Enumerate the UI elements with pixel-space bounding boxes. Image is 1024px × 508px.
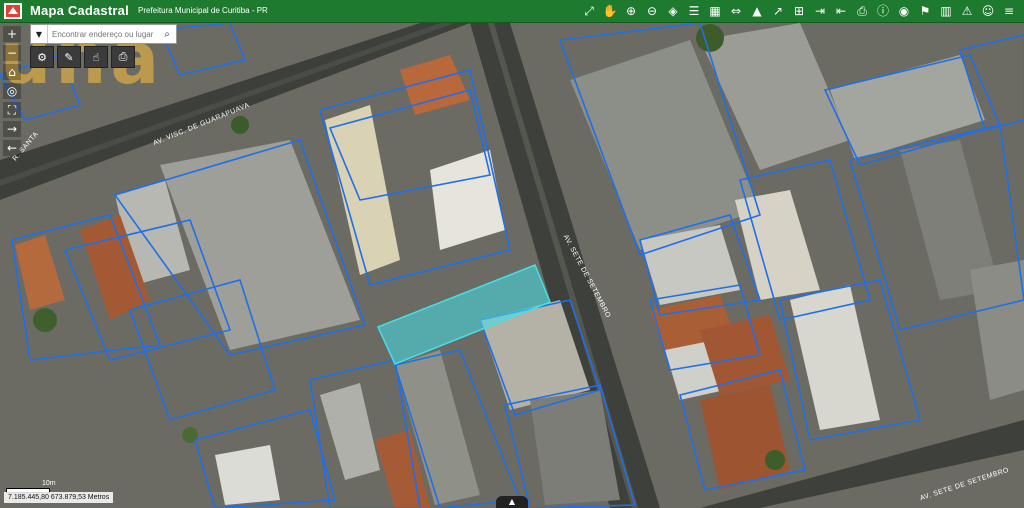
app-title: Mapa Cadastral [30, 3, 129, 18]
locate-icon[interactable]: ◎ [3, 83, 21, 99]
exit-icon[interactable]: ⇥ [811, 2, 829, 20]
export-map-icon[interactable]: ⤢ [580, 2, 598, 20]
legend-icon[interactable]: ☰ [685, 2, 703, 20]
user-icon[interactable]: ☺ [979, 2, 997, 20]
aerial-map-image [0, 23, 1024, 508]
search-input[interactable] [48, 25, 159, 43]
search-bar: ▼ ⌕ [30, 24, 177, 44]
scale-label: 10m [42, 480, 56, 487]
tool-print-icon[interactable]: ⎙ [111, 46, 135, 68]
tool-edit-icon[interactable]: ✎ [57, 46, 81, 68]
layers-icon[interactable]: ◈ [664, 2, 682, 20]
grid-icon[interactable]: ▦ [706, 2, 724, 20]
search-source-dropdown-icon[interactable]: ▼ [31, 25, 48, 43]
next-extent-icon[interactable]: → [3, 121, 21, 137]
tool-pointer-icon[interactable]: ☝ [84, 46, 108, 68]
zoom-in-button-icon[interactable]: + [3, 26, 21, 42]
measure-icon[interactable]: ⇔ [727, 2, 745, 20]
map-tools: ⚙ ✎ ☝ ⎙ [30, 46, 135, 68]
add-box-icon[interactable]: ⊞ [790, 2, 808, 20]
zoom-out-button-icon[interactable]: − [3, 45, 21, 61]
city-logo-icon [4, 3, 22, 19]
main-toolbar: ⤢ ✋ ⊕ ⊖ ◈ ☰ ▦ ⇔ ▲ ↗ ⊞ ⇥ ⇤ ⎙ ⓘ ◉ ⚑ ▥ ⚠ ☺ ≡ [580, 2, 1018, 20]
map-view[interactable]: AV. VISC. DE GUARAPUAVA AV. SETE DE SETE… [0, 23, 1024, 508]
app-subtitle: Prefeitura Municipal de Curitiba - PR [138, 6, 268, 15]
buildings-icon[interactable]: ▲ [748, 2, 766, 20]
chart-icon[interactable]: ▥ [937, 2, 955, 20]
info-icon[interactable]: ⓘ [874, 2, 892, 20]
left-navigation-tools: + − ⌂ ◎ ⛶ → ← [3, 26, 21, 156]
print-icon[interactable]: ⎙ [853, 2, 871, 20]
coordinate-readout: 7.185.445,80 673.879,53 Metros [4, 492, 114, 503]
globe-icon[interactable]: ◉ [895, 2, 913, 20]
zoom-out-icon[interactable]: ⊖ [643, 2, 661, 20]
previous-extent-icon[interactable]: ← [3, 140, 21, 156]
fullscreen-icon[interactable]: ⛶ [3, 102, 21, 118]
tool-settings-icon[interactable]: ⚙ [30, 46, 54, 68]
top-header: Mapa Cadastral Prefeitura Municipal de C… [0, 0, 1024, 23]
search-icon[interactable]: ⌕ [159, 25, 175, 43]
home-icon[interactable]: ⌂ [3, 64, 21, 80]
menu-icon[interactable]: ≡ [1000, 2, 1018, 20]
analysis-icon[interactable]: ⚑ [916, 2, 934, 20]
share-icon[interactable]: ↗ [769, 2, 787, 20]
alert-icon[interactable]: ⚠ [958, 2, 976, 20]
login-icon[interactable]: ⇤ [832, 2, 850, 20]
expand-panel-icon[interactable]: ▲ [496, 496, 528, 508]
zoom-in-icon[interactable]: ⊕ [622, 2, 640, 20]
pan-hand-icon[interactable]: ✋ [601, 2, 619, 20]
